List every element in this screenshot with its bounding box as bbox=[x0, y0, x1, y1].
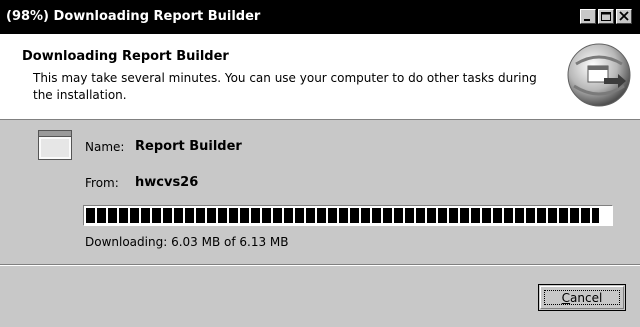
progress-segment bbox=[284, 208, 293, 223]
header-title: Downloading Report Builder bbox=[22, 49, 229, 64]
progress-segment bbox=[405, 208, 414, 223]
close-button[interactable] bbox=[616, 9, 632, 24]
progress-segment bbox=[218, 208, 227, 223]
progress-segment bbox=[207, 208, 216, 223]
progress-segment bbox=[438, 208, 447, 223]
cancel-accelerator: C bbox=[561, 291, 571, 305]
progress-segment bbox=[471, 208, 480, 223]
close-icon bbox=[619, 11, 629, 21]
download-dialog: (98%) Downloading Report Builder Downloa… bbox=[0, 0, 640, 327]
maximize-button[interactable] bbox=[598, 9, 614, 24]
progress-segment bbox=[86, 208, 95, 223]
button-separator bbox=[0, 264, 640, 266]
progress-segment bbox=[306, 208, 315, 223]
progress-segment bbox=[482, 208, 491, 223]
progress-segment bbox=[493, 208, 502, 223]
progress-segment bbox=[526, 208, 535, 223]
progress-segment bbox=[394, 208, 403, 223]
progress-segment bbox=[570, 208, 579, 223]
header-description: This may take several minutes. You can u… bbox=[33, 71, 537, 102]
progress-segment bbox=[273, 208, 282, 223]
progress-segment bbox=[229, 208, 238, 223]
name-label: Name: bbox=[85, 140, 125, 154]
progress-segment bbox=[559, 208, 568, 223]
progress-segment bbox=[251, 208, 260, 223]
progress-segment bbox=[196, 208, 205, 223]
progress-segment bbox=[130, 208, 139, 223]
cancel-label: ancel bbox=[570, 291, 603, 305]
progress-segment bbox=[592, 208, 599, 223]
progress-segment bbox=[449, 208, 458, 223]
minimize-icon bbox=[584, 19, 590, 21]
progress-segment bbox=[328, 208, 337, 223]
progress-segment bbox=[361, 208, 370, 223]
progress-segment bbox=[383, 208, 392, 223]
progress-segment bbox=[108, 208, 117, 223]
installer-globe-icon bbox=[567, 43, 631, 107]
progress-segment bbox=[262, 208, 271, 223]
progress-segment bbox=[372, 208, 381, 223]
window-title: (98%) Downloading Report Builder bbox=[6, 9, 261, 24]
progress-segment bbox=[185, 208, 194, 223]
progress-segment bbox=[141, 208, 150, 223]
progress-segment bbox=[515, 208, 524, 223]
progress-segment bbox=[152, 208, 161, 223]
header-panel: Downloading Report Builder This may take… bbox=[0, 34, 640, 120]
progress-segment bbox=[350, 208, 359, 223]
progress-segment bbox=[240, 208, 249, 223]
progress-segment bbox=[460, 208, 469, 223]
minimize-button[interactable] bbox=[580, 9, 596, 24]
from-value: hwcvs26 bbox=[135, 175, 199, 190]
progress-segment bbox=[174, 208, 183, 223]
progress-segment bbox=[163, 208, 172, 223]
progress-segment bbox=[548, 208, 557, 223]
maximize-icon bbox=[601, 12, 611, 21]
progress-segment bbox=[295, 208, 304, 223]
progress-segment bbox=[537, 208, 546, 223]
progress-segment bbox=[97, 208, 106, 223]
download-progress-bar bbox=[83, 205, 613, 226]
from-label: From: bbox=[85, 176, 119, 190]
title-bar[interactable]: (98%) Downloading Report Builder bbox=[0, 0, 640, 34]
name-value: Report Builder bbox=[135, 139, 242, 154]
download-status: Downloading: 6.03 MB of 6.13 MB bbox=[85, 235, 289, 249]
progress-segment bbox=[504, 208, 513, 223]
progress-segment bbox=[427, 208, 436, 223]
progress-segment bbox=[416, 208, 425, 223]
progress-segment bbox=[581, 208, 590, 223]
progress-fill bbox=[86, 208, 599, 223]
progress-segment bbox=[339, 208, 348, 223]
progress-segment bbox=[119, 208, 128, 223]
application-window-icon bbox=[38, 130, 72, 160]
cancel-button[interactable]: Cancel bbox=[538, 284, 626, 311]
progress-segment bbox=[317, 208, 326, 223]
